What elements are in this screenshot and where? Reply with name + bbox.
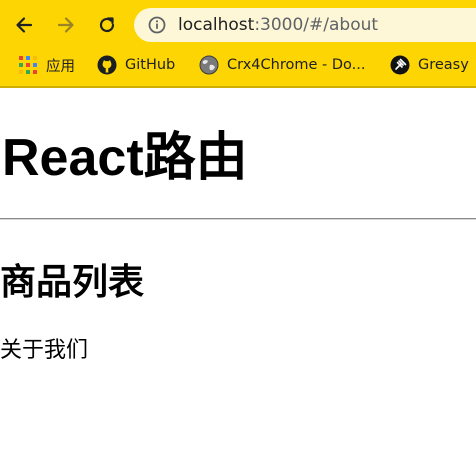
bookmark-label: Greasy	[418, 57, 469, 73]
forward-arrow-icon	[57, 17, 74, 33]
github-icon	[97, 55, 117, 75]
bookmark-github[interactable]: GitHub	[97, 52, 175, 78]
bookmark-greasy[interactable]: Greasy	[390, 52, 469, 78]
horizontal-rule	[0, 218, 476, 220]
url-host: localhost	[178, 15, 255, 35]
page-content: React路由 商品列表 关于我们	[0, 88, 476, 456]
about-text: 关于我们	[0, 337, 89, 362]
url-text[interactable]: localhost:3000/#/about	[178, 15, 378, 35]
bookmark-label: 应用	[46, 58, 75, 75]
bookmark-apps[interactable]: 应用	[18, 52, 75, 78]
browser-toolbar: localhost:3000/#/about 应用 GitHub Crx4Chr…	[0, 0, 476, 86]
bookmark-label: GitHub	[125, 57, 176, 73]
reload-icon	[99, 17, 115, 33]
back-button[interactable]	[8, 9, 40, 41]
globe-icon	[199, 55, 219, 75]
forward-button[interactable]	[50, 9, 82, 41]
address-bar[interactable]: localhost:3000/#/about	[134, 8, 476, 42]
info-icon	[148, 16, 166, 34]
back-arrow-icon	[16, 17, 33, 33]
page-title: React路由	[2, 129, 248, 187]
bookmark-label: Crx4Chrome - Do...	[227, 57, 366, 73]
bookmark-crx4chrome[interactable]: Crx4Chrome - Do...	[199, 52, 365, 78]
url-path: :3000/#/about	[254, 15, 379, 35]
page-subtitle: 商品列表	[0, 261, 145, 302]
apps-grid-icon	[19, 56, 37, 74]
greasy-fork-icon	[390, 55, 410, 75]
reload-button[interactable]	[91, 9, 123, 41]
